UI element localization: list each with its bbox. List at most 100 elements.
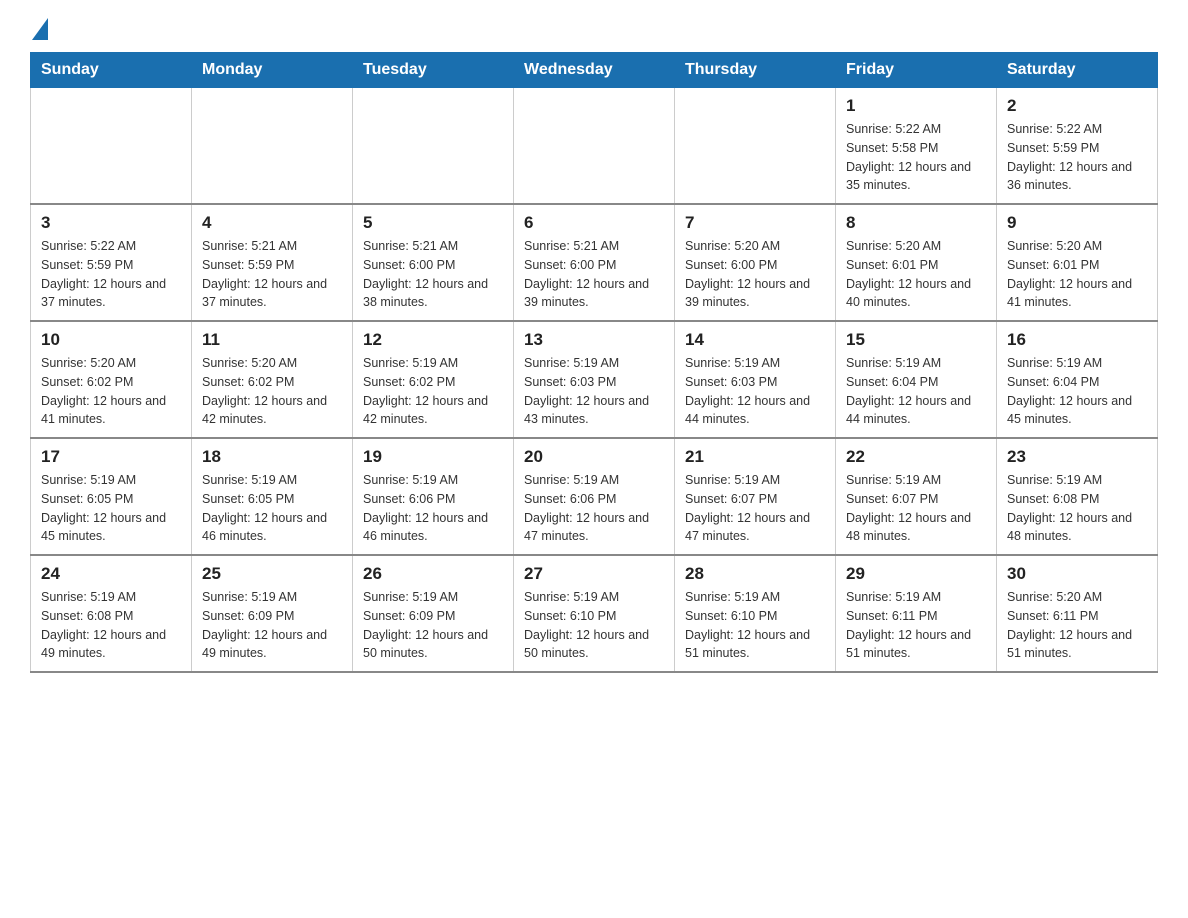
- day-number: 25: [202, 564, 342, 584]
- calendar-cell: 17 Sunrise: 5:19 AMSunset: 6:05 PMDayligh…: [31, 438, 192, 555]
- day-number: 17: [41, 447, 181, 467]
- day-info: Sunrise: 5:19 AMSunset: 6:09 PMDaylight:…: [363, 588, 503, 663]
- day-number: 3: [41, 213, 181, 233]
- logo: [30, 20, 48, 42]
- day-number: 18: [202, 447, 342, 467]
- weekday-header-saturday: Saturday: [997, 53, 1158, 88]
- calendar-cell: 3 Sunrise: 5:22 AMSunset: 5:59 PMDaylight…: [31, 204, 192, 321]
- day-info: Sunrise: 5:20 AMSunset: 6:11 PMDaylight:…: [1007, 588, 1147, 663]
- calendar-week-row: 24Sunrise: 5:19 AMSunset: 6:08 PMDayligh…: [31, 555, 1158, 672]
- day-number: 26: [363, 564, 503, 584]
- weekday-header-monday: Monday: [192, 53, 353, 88]
- day-info: Sunrise: 5:19 AMSunset: 6:08 PMDaylight:…: [1007, 471, 1147, 546]
- day-number: 21: [685, 447, 825, 467]
- day-number: 24: [41, 564, 181, 584]
- calendar-cell: 15Sunrise: 5:19 AMSunset: 6:04 PMDayligh…: [836, 321, 997, 438]
- logo-arrow-icon: [32, 18, 48, 40]
- calendar-cell: 6 Sunrise: 5:21 AMSunset: 6:00 PMDaylight…: [514, 204, 675, 321]
- weekday-header-wednesday: Wednesday: [514, 53, 675, 88]
- day-info: Sunrise: 5:21 AMSunset: 5:59 PMDaylight:…: [202, 237, 342, 312]
- calendar-cell: 12 Sunrise: 5:19 AMSunset: 6:02 PMDayligh…: [353, 321, 514, 438]
- day-info: Sunrise: 5:19 AMSunset: 6:09 PMDaylight:…: [202, 588, 342, 663]
- day-number: 9: [1007, 213, 1147, 233]
- day-info: Sunrise: 5:20 AMSunset: 6:02 PMDaylight:…: [41, 354, 181, 429]
- day-info: Sunrise: 5:19 AMSunset: 6:11 PMDaylight:…: [846, 588, 986, 663]
- calendar-cell: 16Sunrise: 5:19 AMSunset: 6:04 PMDayligh…: [997, 321, 1158, 438]
- weekday-header-tuesday: Tuesday: [353, 53, 514, 88]
- calendar-cell: 24Sunrise: 5:19 AMSunset: 6:08 PMDayligh…: [31, 555, 192, 672]
- day-info: Sunrise: 5:20 AMSunset: 6:02 PMDaylight:…: [202, 354, 342, 429]
- day-number: 23: [1007, 447, 1147, 467]
- calendar-week-row: 17 Sunrise: 5:19 AMSunset: 6:05 PMDayligh…: [31, 438, 1158, 555]
- day-number: 6: [524, 213, 664, 233]
- day-number: 11: [202, 330, 342, 350]
- day-info: Sunrise: 5:19 AMSunset: 6:10 PMDaylight:…: [524, 588, 664, 663]
- calendar-cell: 21 Sunrise: 5:19 AMSunset: 6:07 PMDayligh…: [675, 438, 836, 555]
- day-number: 2: [1007, 96, 1147, 116]
- day-info: Sunrise: 5:19 AMSunset: 6:07 PMDaylight:…: [685, 471, 825, 546]
- calendar-cell: 5 Sunrise: 5:21 AMSunset: 6:00 PMDaylight…: [353, 204, 514, 321]
- weekday-header-thursday: Thursday: [675, 53, 836, 88]
- day-info: Sunrise: 5:22 AMSunset: 5:59 PMDaylight:…: [41, 237, 181, 312]
- day-info: Sunrise: 5:19 AMSunset: 6:06 PMDaylight:…: [363, 471, 503, 546]
- day-info: Sunrise: 5:19 AMSunset: 6:03 PMDaylight:…: [685, 354, 825, 429]
- day-number: 19: [363, 447, 503, 467]
- calendar-cell: 20Sunrise: 5:19 AMSunset: 6:06 PMDayligh…: [514, 438, 675, 555]
- calendar-cell: 19 Sunrise: 5:19 AMSunset: 6:06 PMDayligh…: [353, 438, 514, 555]
- day-number: 12: [363, 330, 503, 350]
- day-info: Sunrise: 5:19 AMSunset: 6:10 PMDaylight:…: [685, 588, 825, 663]
- calendar-cell: 8 Sunrise: 5:20 AMSunset: 6:01 PMDaylight…: [836, 204, 997, 321]
- calendar-cell: 1 Sunrise: 5:22 AMSunset: 5:58 PMDaylight…: [836, 88, 997, 205]
- calendar-cell: 11 Sunrise: 5:20 AMSunset: 6:02 PMDayligh…: [192, 321, 353, 438]
- day-info: Sunrise: 5:20 AMSunset: 6:00 PMDaylight:…: [685, 237, 825, 312]
- calendar-cell: 13Sunrise: 5:19 AMSunset: 6:03 PMDayligh…: [514, 321, 675, 438]
- calendar-cell: [675, 88, 836, 205]
- calendar-cell: 29 Sunrise: 5:19 AMSunset: 6:11 PMDayligh…: [836, 555, 997, 672]
- calendar-week-row: 1 Sunrise: 5:22 AMSunset: 5:58 PMDaylight…: [31, 88, 1158, 205]
- day-number: 7: [685, 213, 825, 233]
- day-number: 29: [846, 564, 986, 584]
- day-info: Sunrise: 5:19 AMSunset: 6:05 PMDaylight:…: [202, 471, 342, 546]
- weekday-header-friday: Friday: [836, 53, 997, 88]
- day-number: 14: [685, 330, 825, 350]
- day-number: 22: [846, 447, 986, 467]
- calendar-cell: 4 Sunrise: 5:21 AMSunset: 5:59 PMDaylight…: [192, 204, 353, 321]
- day-info: Sunrise: 5:21 AMSunset: 6:00 PMDaylight:…: [363, 237, 503, 312]
- day-number: 30: [1007, 564, 1147, 584]
- day-info: Sunrise: 5:22 AMSunset: 5:58 PMDaylight:…: [846, 120, 986, 195]
- weekday-header-row: SundayMondayTuesdayWednesdayThursdayFrid…: [31, 53, 1158, 88]
- page-header: [30, 20, 1158, 42]
- calendar-cell: 2 Sunrise: 5:22 AMSunset: 5:59 PMDaylight…: [997, 88, 1158, 205]
- day-info: Sunrise: 5:19 AMSunset: 6:07 PMDaylight:…: [846, 471, 986, 546]
- calendar-table: SundayMondayTuesdayWednesdayThursdayFrid…: [30, 52, 1158, 673]
- weekday-header-sunday: Sunday: [31, 53, 192, 88]
- day-number: 1: [846, 96, 986, 116]
- day-number: 16: [1007, 330, 1147, 350]
- day-info: Sunrise: 5:19 AMSunset: 6:05 PMDaylight:…: [41, 471, 181, 546]
- calendar-cell: [514, 88, 675, 205]
- calendar-cell: 10 Sunrise: 5:20 AMSunset: 6:02 PMDayligh…: [31, 321, 192, 438]
- calendar-cell: 30 Sunrise: 5:20 AMSunset: 6:11 PMDayligh…: [997, 555, 1158, 672]
- calendar-week-row: 10 Sunrise: 5:20 AMSunset: 6:02 PMDayligh…: [31, 321, 1158, 438]
- calendar-cell: 18 Sunrise: 5:19 AMSunset: 6:05 PMDayligh…: [192, 438, 353, 555]
- calendar-cell: 7 Sunrise: 5:20 AMSunset: 6:00 PMDaylight…: [675, 204, 836, 321]
- calendar-cell: 23 Sunrise: 5:19 AMSunset: 6:08 PMDayligh…: [997, 438, 1158, 555]
- day-number: 10: [41, 330, 181, 350]
- calendar-cell: 22 Sunrise: 5:19 AMSunset: 6:07 PMDayligh…: [836, 438, 997, 555]
- calendar-cell: 9Sunrise: 5:20 AMSunset: 6:01 PMDaylight…: [997, 204, 1158, 321]
- calendar-cell: 27 Sunrise: 5:19 AMSunset: 6:10 PMDayligh…: [514, 555, 675, 672]
- day-number: 28: [685, 564, 825, 584]
- day-number: 27: [524, 564, 664, 584]
- day-info: Sunrise: 5:22 AMSunset: 5:59 PMDaylight:…: [1007, 120, 1147, 195]
- calendar-cell: [31, 88, 192, 205]
- day-info: Sunrise: 5:19 AMSunset: 6:04 PMDaylight:…: [846, 354, 986, 429]
- calendar-cell: [192, 88, 353, 205]
- day-number: 8: [846, 213, 986, 233]
- day-info: Sunrise: 5:20 AMSunset: 6:01 PMDaylight:…: [846, 237, 986, 312]
- day-number: 4: [202, 213, 342, 233]
- day-number: 5: [363, 213, 503, 233]
- calendar-week-row: 3 Sunrise: 5:22 AMSunset: 5:59 PMDaylight…: [31, 204, 1158, 321]
- calendar-cell: 25 Sunrise: 5:19 AMSunset: 6:09 PMDayligh…: [192, 555, 353, 672]
- day-info: Sunrise: 5:21 AMSunset: 6:00 PMDaylight:…: [524, 237, 664, 312]
- day-info: Sunrise: 5:19 AMSunset: 6:02 PMDaylight:…: [363, 354, 503, 429]
